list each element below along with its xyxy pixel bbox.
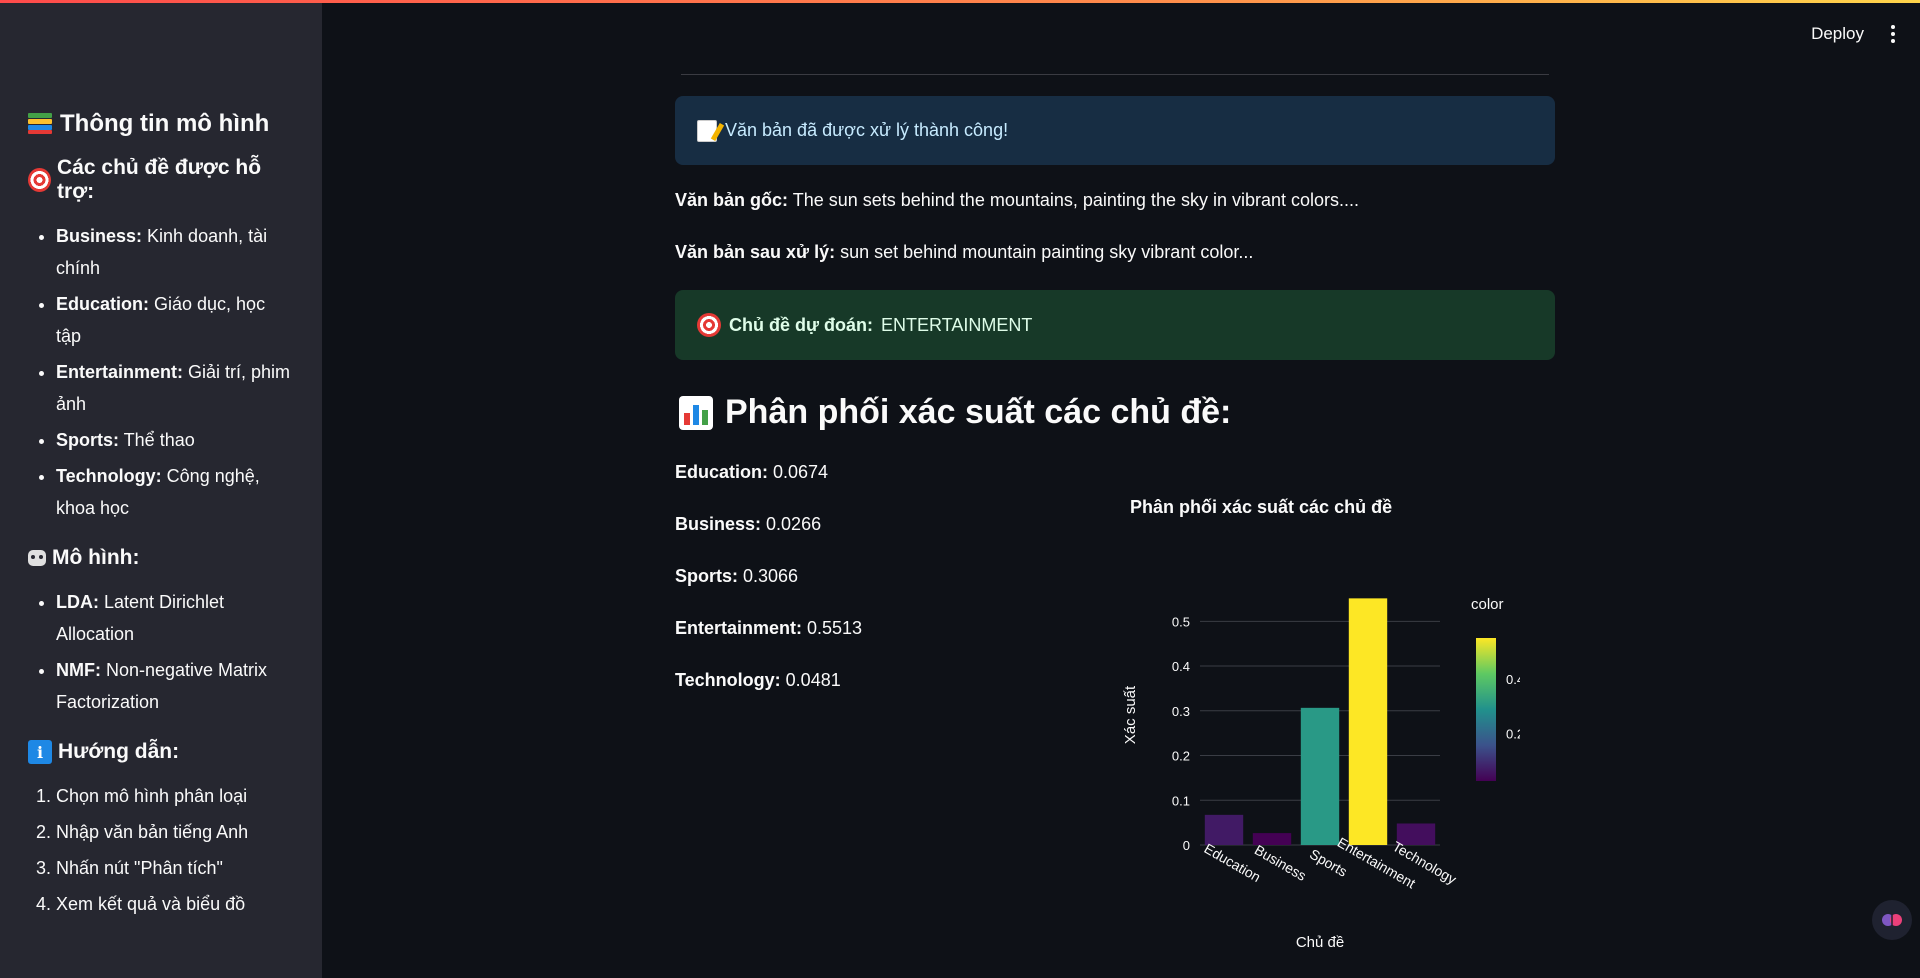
colorbar-tick-label: 0.2 — [1506, 727, 1520, 742]
topic-item: Entertainment: Giải trí, phim ảnh — [56, 356, 294, 420]
probability-line: Business: 0.0266 — [675, 514, 822, 534]
sidebar: Thông tin mô hình Các chủ đề được hỗ trợ… — [0, 0, 322, 978]
memo-icon — [697, 119, 717, 142]
probability-bar-chart: Phân phối xác suất các chủ đề 0 0.1 0.2 0.3… — [1122, 497, 1520, 951]
y-tick-label: 0.5 — [1172, 614, 1190, 629]
colorbar-title: color — [1471, 596, 1504, 613]
guide-step: Chọn mô hình phân loại — [56, 780, 294, 812]
y-tick-label: 0 — [1183, 838, 1190, 853]
topic-item: Sports: Thể thao — [56, 424, 294, 456]
topic-item: Business: Kinh doanh, tài chính — [56, 220, 294, 284]
guide-list: Chọn mô hình phân loại Nhập văn bản tiếng… — [28, 780, 294, 920]
success-alert: Văn bản đã được xử lý thành công! — [675, 96, 1555, 165]
y-tick-label: 0.2 — [1172, 749, 1190, 764]
models-list: LDA: Latent Dirichlet AllocationNMF: Non… — [28, 586, 294, 718]
probability-line: Sports: 0.3066 — [675, 566, 799, 586]
colorbar — [1476, 638, 1496, 781]
guide-step: Nhập văn bản tiếng Anh — [56, 816, 294, 848]
header-toolbar: Deploy — [1811, 24, 1896, 44]
processed-text-line: Văn bản sau xử lý: sun set behind mounta… — [675, 242, 1254, 262]
divider — [681, 74, 1549, 75]
more-menu-icon[interactable] — [1890, 25, 1896, 43]
topics-heading: Các chủ đề được hỗ trợ: — [28, 156, 294, 204]
sidebar-title: Thông tin mô hình — [28, 110, 294, 138]
success-message: Văn bản đã được xử lý thành công! — [725, 120, 1009, 140]
model-item: LDA: Latent Dirichlet Allocation — [56, 586, 294, 650]
bar-entertainment[interactable] — [1348, 598, 1388, 845]
robot-icon — [28, 550, 46, 566]
prediction-alert: Chủ đề dự đoán: ENTERTAINMENT — [675, 290, 1555, 360]
y-axis-label: Xác suất — [1122, 685, 1139, 744]
books-icon — [28, 113, 52, 135]
topic-item: Education: Giáo dục, học tập — [56, 288, 294, 352]
y-tick-label: 0.1 — [1172, 793, 1190, 808]
assistant-icon[interactable] — [1872, 900, 1912, 940]
x-tick-label: Education — [1202, 840, 1264, 885]
target-icon — [28, 168, 52, 192]
probability-line: Entertainment: 0.5513 — [675, 618, 863, 638]
deploy-button[interactable]: Deploy — [1811, 24, 1864, 44]
bar-sports[interactable] — [1300, 707, 1340, 845]
original-text-line: Văn bản gốc: The sun sets behind the mou… — [675, 190, 1360, 210]
target-icon — [697, 313, 721, 337]
guide-heading: i Hướng dẫn: — [28, 740, 294, 764]
x-tick-label: Business — [1252, 842, 1309, 884]
info-icon: i — [28, 740, 52, 764]
model-item: NMF: Non-negative Matrix Factorization — [56, 654, 294, 718]
prediction-value: ENTERTAINMENT — [881, 314, 1033, 335]
x-axis-label: Chủ đề — [1296, 934, 1344, 951]
colorbar-tick-label: 0.4 — [1506, 672, 1520, 687]
top-decoration-bar — [0, 0, 1920, 3]
models-heading: Mô hình: — [28, 546, 294, 570]
y-tick-label: 0.3 — [1172, 704, 1190, 719]
distribution-heading: Phân phối xác suất các chủ đề: — [679, 393, 1231, 432]
topic-item: Technology: Công nghệ, khoa học — [56, 460, 294, 524]
probability-line: Technology: 0.0481 — [675, 670, 841, 690]
bar-chart-icon — [679, 395, 713, 430]
probability-line: Education: 0.0674 — [675, 462, 829, 482]
topics-list: Business: Kinh doanh, tài chínhEducation… — [28, 220, 294, 524]
guide-step: Xem kết quả và biểu đồ — [56, 888, 294, 920]
chart-title: Phân phối xác suất các chủ đề — [1130, 497, 1392, 517]
y-tick-label: 0.4 — [1172, 659, 1190, 674]
guide-step: Nhấn nút "Phân tích" — [56, 852, 294, 884]
